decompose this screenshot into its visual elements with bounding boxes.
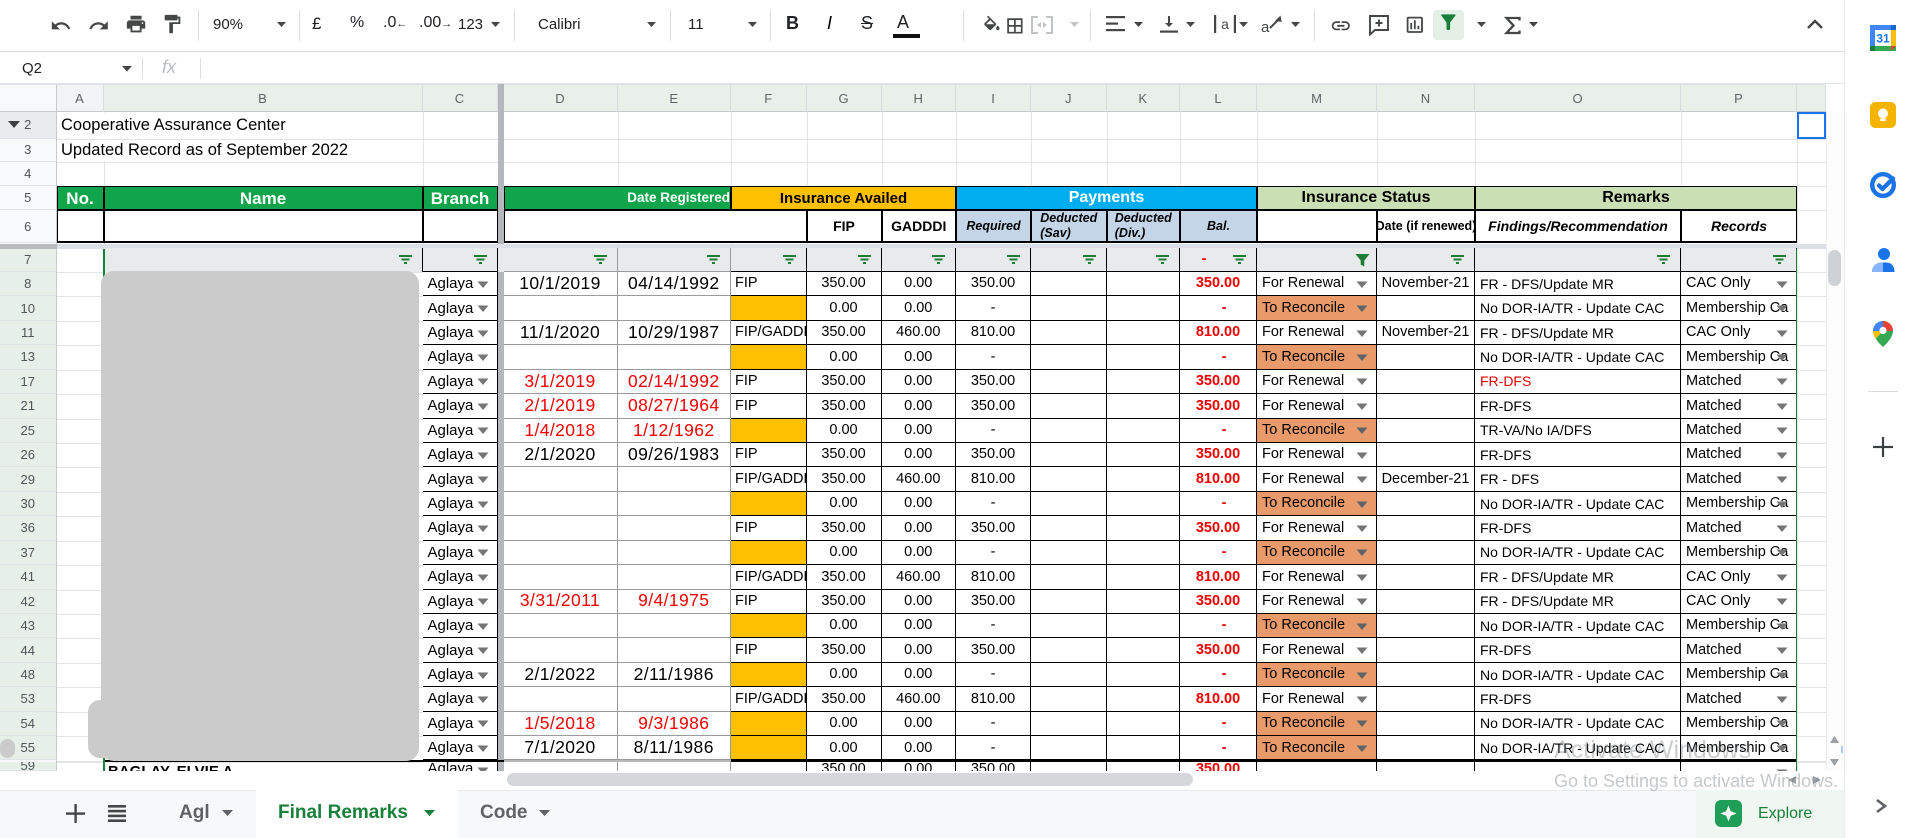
- svg-text:31: 31: [1876, 32, 1890, 46]
- svg-text:a: a: [1221, 16, 1229, 32]
- svg-text:a: a: [1261, 19, 1270, 35]
